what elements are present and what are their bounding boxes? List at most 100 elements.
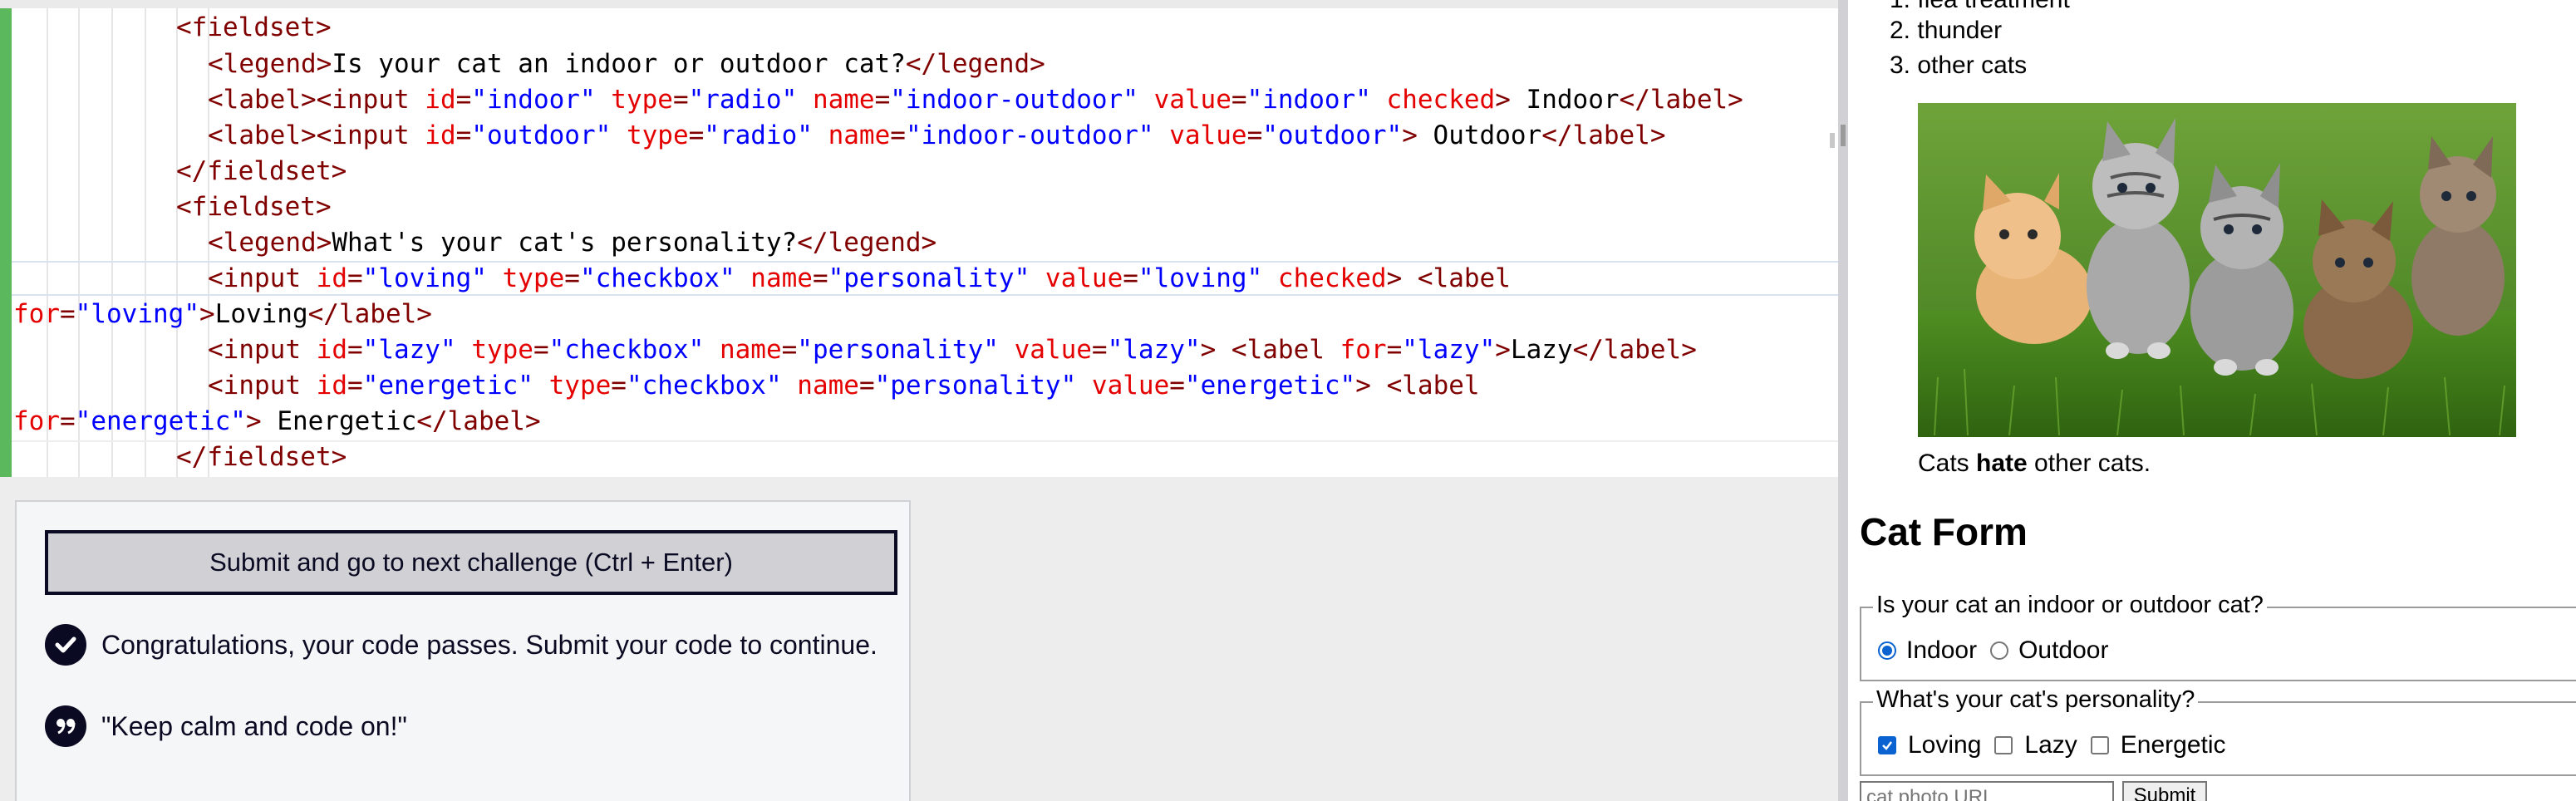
code-token-attr: id (425, 85, 456, 115)
code-line[interactable]: <input id="loving" type="checkbox" name=… (208, 260, 1511, 297)
code-token-attr: value (1045, 263, 1123, 293)
code-token-text: Is your cat an indoor or outdoor cat? (332, 49, 906, 79)
outdoor-radio[interactable] (1990, 641, 2009, 660)
radio-group: Indoor Outdoor (1878, 636, 2121, 665)
form-heading: Cat Form (1860, 510, 2028, 553)
form-submit-button[interactable]: Submit (2122, 781, 2207, 801)
code-token-val: "energetic" (1184, 371, 1356, 400)
code-token-tag: <input (208, 335, 317, 365)
code-line[interactable]: <fieldset> (176, 189, 332, 225)
code-line[interactable]: <legend>What's your cat's personality?</… (208, 224, 937, 261)
code-token-tag: = (812, 263, 828, 293)
code-token-text: Loving (214, 299, 308, 329)
code-token-tag: > (1495, 335, 1511, 365)
code-token-tag (782, 371, 798, 400)
code-token-val: "loving" (362, 263, 487, 293)
code-token-tag: </label> (307, 299, 432, 329)
code-token-tag: = (611, 371, 627, 400)
code-token-tag (999, 335, 1015, 365)
code-token-val: "personality" (828, 263, 1030, 293)
code-token-tag (704, 335, 720, 365)
code-editor[interactable]: <fieldset> <legend>Is your cat an indoor… (0, 0, 1838, 477)
code-token-tag: = (781, 335, 798, 365)
pane-divider[interactable] (1838, 0, 1848, 801)
code-line[interactable]: <input id="lazy" type="checkbox" name="p… (208, 332, 1697, 368)
success-row: Congratulations, your code passes. Submi… (45, 622, 878, 668)
list-item: 2. thunder (1890, 17, 2003, 44)
list-item: 3. other cats (1890, 52, 2028, 79)
code-token-attr: name (750, 263, 813, 293)
code-token-val: "outdoor" (471, 120, 612, 150)
code-token-tag: = (564, 263, 580, 293)
indoor-radio[interactable] (1878, 641, 1896, 660)
quote-row: "Keep calm and code on!" (45, 703, 407, 749)
code-token-attr: value (1014, 335, 1092, 365)
code-token-attr: type (471, 335, 533, 365)
code-token-attr: for (13, 299, 60, 329)
code-token-tag: > (1402, 120, 1418, 150)
code-line-wrapped[interactable]: for="loving">Loving</label> (13, 296, 432, 332)
code-line[interactable]: </fieldset> (176, 153, 347, 189)
code-token-tag: <fieldset> (176, 192, 332, 222)
code-token-tag: </label> (1619, 85, 1743, 115)
code-token-tag: > (245, 406, 262, 436)
motivational-quote: "Keep calm and code on!" (101, 710, 407, 741)
code-line[interactable]: <fieldset> (176, 9, 332, 46)
loving-label[interactable]: Loving (1908, 731, 1981, 759)
code-token-tag (813, 120, 828, 150)
lazy-checkbox[interactable] (1994, 736, 2013, 754)
code-token-val: "lazy" (362, 335, 456, 365)
code-token-tag: = (874, 85, 891, 115)
code-token-attr: name (812, 85, 875, 115)
code-token-tag (1371, 85, 1387, 115)
checkmark-icon (45, 624, 86, 666)
code-token-val: "personality" (874, 371, 1077, 400)
code-line[interactable]: <label><input id="outdoor" type="radio" … (208, 117, 1666, 154)
code-token-tag: = (890, 120, 906, 150)
divider-grip[interactable] (1841, 125, 1846, 146)
code-token-attr: id (425, 120, 456, 150)
fieldset-legend: Is your cat an indoor or outdoor cat? (1873, 590, 2267, 620)
code-token-attr: id (316, 263, 347, 293)
code-token-tag (596, 85, 612, 115)
code-token-tag (456, 335, 472, 365)
energetic-label[interactable]: Energetic (2121, 731, 2226, 759)
lazy-label[interactable]: Lazy (2024, 731, 2077, 759)
preview-pane: 1. flea treatment 2. thunder 3. other ca… (1848, 0, 2576, 801)
code-token-tag: </label> (1572, 335, 1697, 365)
code-line[interactable]: </fieldset> (176, 439, 347, 475)
action-area: Submit and go to next challenge (Ctrl + … (0, 477, 1838, 801)
code-token-tag: </fieldset> (176, 156, 347, 186)
loving-checkbox[interactable] (1878, 736, 1896, 754)
code-token-val: "energetic" (75, 406, 246, 436)
code-token-tag: = (1169, 371, 1185, 400)
code-line[interactable]: <legend>Is your cat an indoor or outdoor… (208, 46, 1045, 82)
code-token-tag: = (455, 85, 472, 115)
cat-photo-url-input[interactable] (1860, 781, 2114, 801)
code-line[interactable]: <label><input id="indoor" type="radio" n… (208, 81, 1743, 118)
code-token-attr: value (1153, 85, 1231, 115)
indoor-label[interactable]: Indoor (1906, 636, 1977, 665)
submit-next-challenge-button[interactable]: Submit and go to next challenge (Ctrl + … (45, 530, 897, 595)
editor-top-strip (0, 0, 1838, 8)
code-token-tag: = (347, 335, 363, 365)
code-token-val: "radio" (704, 120, 813, 150)
code-token-tag: <label (1231, 335, 1340, 365)
code-token-tag: > (1386, 263, 1403, 293)
code-line[interactable]: <input id="energetic" type="checkbox" na… (208, 367, 1480, 404)
check-icon (1882, 741, 1892, 750)
kittens-photo (1918, 103, 2516, 437)
success-message: Congratulations, your code passes. Submi… (101, 629, 878, 660)
code-line-wrapped[interactable]: for="energetic"> Energetic</label> (13, 403, 541, 440)
code-token-tag: <fieldset> (176, 12, 332, 42)
code-token-tag: <input (208, 263, 317, 293)
code-token-attr: for (1340, 335, 1387, 365)
code-token-tag (797, 85, 813, 115)
code-token-val: "checkbox" (548, 335, 705, 365)
energetic-checkbox[interactable] (2090, 736, 2109, 754)
editor-scrollbar-thumb[interactable] (1830, 133, 1835, 148)
code-token-tag: = (858, 371, 875, 400)
outdoor-label[interactable]: Outdoor (2018, 636, 2108, 665)
action-panel: Submit and go to next challenge (Ctrl + … (15, 500, 911, 801)
code-token-tag: <label><input (208, 120, 425, 150)
